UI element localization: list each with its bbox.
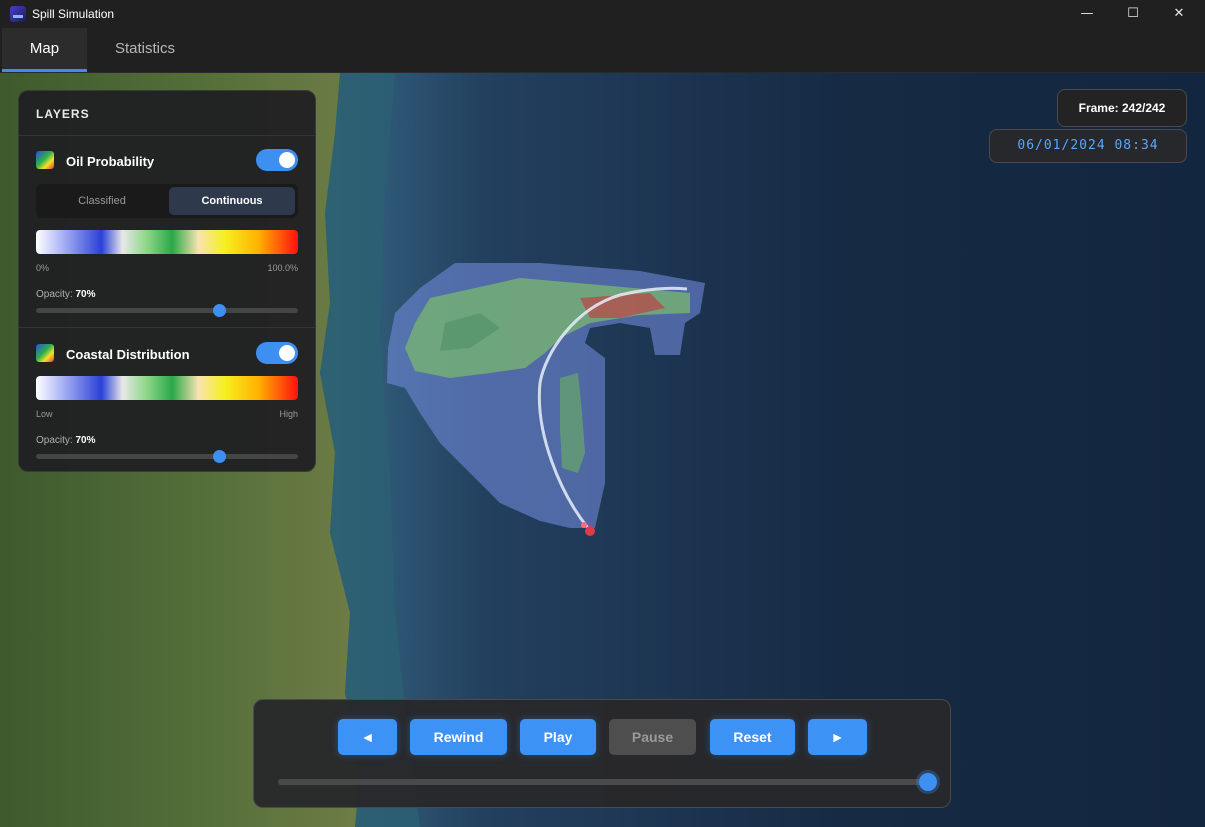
oil-opacity-slider-thumb[interactable] bbox=[213, 304, 227, 317]
oil-probability-label: Oil Probability bbox=[66, 154, 155, 169]
timeline-slider[interactable] bbox=[278, 773, 937, 791]
opacity-text: Opacity: bbox=[36, 289, 73, 300]
maximize-icon: ☐ bbox=[1127, 6, 1139, 21]
spill-origin-marker-secondary bbox=[581, 522, 587, 528]
coastal-opacity-slider[interactable] bbox=[36, 450, 298, 463]
layer-gradient-icon bbox=[36, 151, 54, 169]
pause-button[interactable]: Pause bbox=[609, 719, 696, 755]
oil-opacity-slider[interactable] bbox=[36, 304, 298, 317]
coastal-opacity-label: Opacity: 70% bbox=[36, 435, 95, 446]
oil-probability-toggle[interactable] bbox=[256, 149, 298, 171]
maximize-button[interactable]: ☐ bbox=[1110, 0, 1156, 28]
layers-panel: LAYERS Oil Probability Classified Contin… bbox=[18, 90, 316, 472]
frame-counter: Frame: 242/242 bbox=[1057, 89, 1187, 127]
minimize-icon: — bbox=[1080, 6, 1094, 21]
tab-statistics[interactable]: Statistics bbox=[96, 28, 194, 72]
app-icon bbox=[10, 6, 26, 22]
title-bar: Spill Simulation — bbox=[0, 0, 1205, 28]
opacity-text: Opacity: bbox=[36, 435, 73, 446]
divider bbox=[19, 135, 315, 136]
legend-low-label: Low bbox=[36, 409, 53, 419]
spill-origin-marker[interactable] bbox=[585, 526, 595, 536]
coastal-distribution-toggle[interactable] bbox=[256, 342, 298, 364]
opacity-value: 70% bbox=[75, 435, 96, 446]
oil-opacity-label: Opacity: 70% bbox=[36, 289, 95, 300]
play-button[interactable]: Play bbox=[520, 719, 596, 755]
layer-gradient-icon bbox=[36, 344, 54, 362]
divider bbox=[19, 327, 315, 328]
next-frame-button[interactable]: ► bbox=[808, 719, 867, 755]
legend-high-label: High bbox=[279, 409, 298, 419]
window-title: Spill Simulation bbox=[32, 7, 115, 21]
render-mode-selector: Classified Continuous bbox=[36, 184, 298, 218]
close-button[interactable]: ✕ bbox=[1156, 0, 1202, 28]
timestamp-display: 06/01/2024 08:34 bbox=[989, 129, 1187, 163]
legend-min-label: 0% bbox=[36, 263, 50, 273]
mode-classified-button[interactable]: Classified bbox=[39, 187, 165, 215]
close-icon: ✕ bbox=[1173, 6, 1185, 21]
coastal-distribution-label: Coastal Distribution bbox=[66, 347, 190, 362]
legend-max-label: 100.0% bbox=[267, 263, 298, 273]
previous-frame-button[interactable]: ◄ bbox=[338, 719, 397, 755]
mode-continuous-button[interactable]: Continuous bbox=[169, 187, 295, 215]
coastal-distribution-legend bbox=[36, 376, 298, 400]
rewind-button[interactable]: Rewind bbox=[410, 719, 507, 755]
oil-probability-legend bbox=[36, 230, 298, 254]
tab-map[interactable]: Map bbox=[2, 28, 87, 72]
tab-bar: Map Statistics bbox=[0, 28, 1205, 73]
coastal-opacity-slider-thumb[interactable] bbox=[213, 450, 227, 463]
timeline-slider-thumb[interactable] bbox=[919, 773, 937, 791]
layers-title: LAYERS bbox=[36, 107, 90, 121]
reset-button[interactable]: Reset bbox=[710, 719, 795, 755]
opacity-value: 70% bbox=[75, 289, 96, 300]
minimize-icon-button[interactable]: — bbox=[1064, 0, 1110, 28]
playback-controls: ◄ Rewind Play Pause Reset ► bbox=[253, 699, 951, 808]
